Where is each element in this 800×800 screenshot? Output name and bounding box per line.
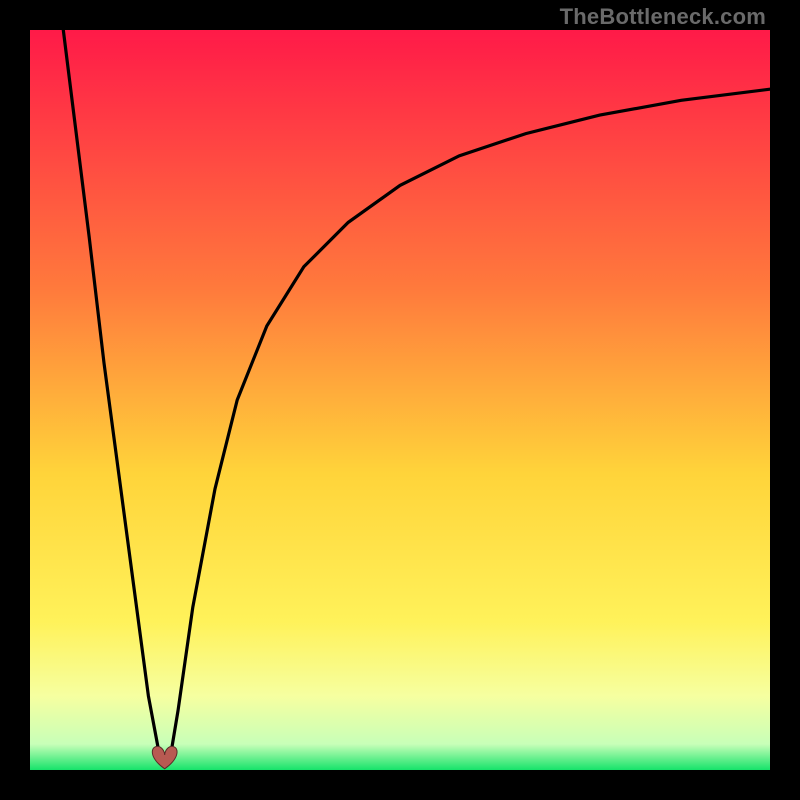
watermark-text: TheBottleneck.com [560, 4, 766, 30]
heart-icon [152, 746, 177, 768]
plot-area [30, 30, 770, 770]
chart-frame: TheBottleneck.com [0, 0, 800, 800]
series-left-branch [63, 30, 159, 755]
chart-plot [30, 30, 770, 770]
series-right-branch [171, 89, 770, 755]
